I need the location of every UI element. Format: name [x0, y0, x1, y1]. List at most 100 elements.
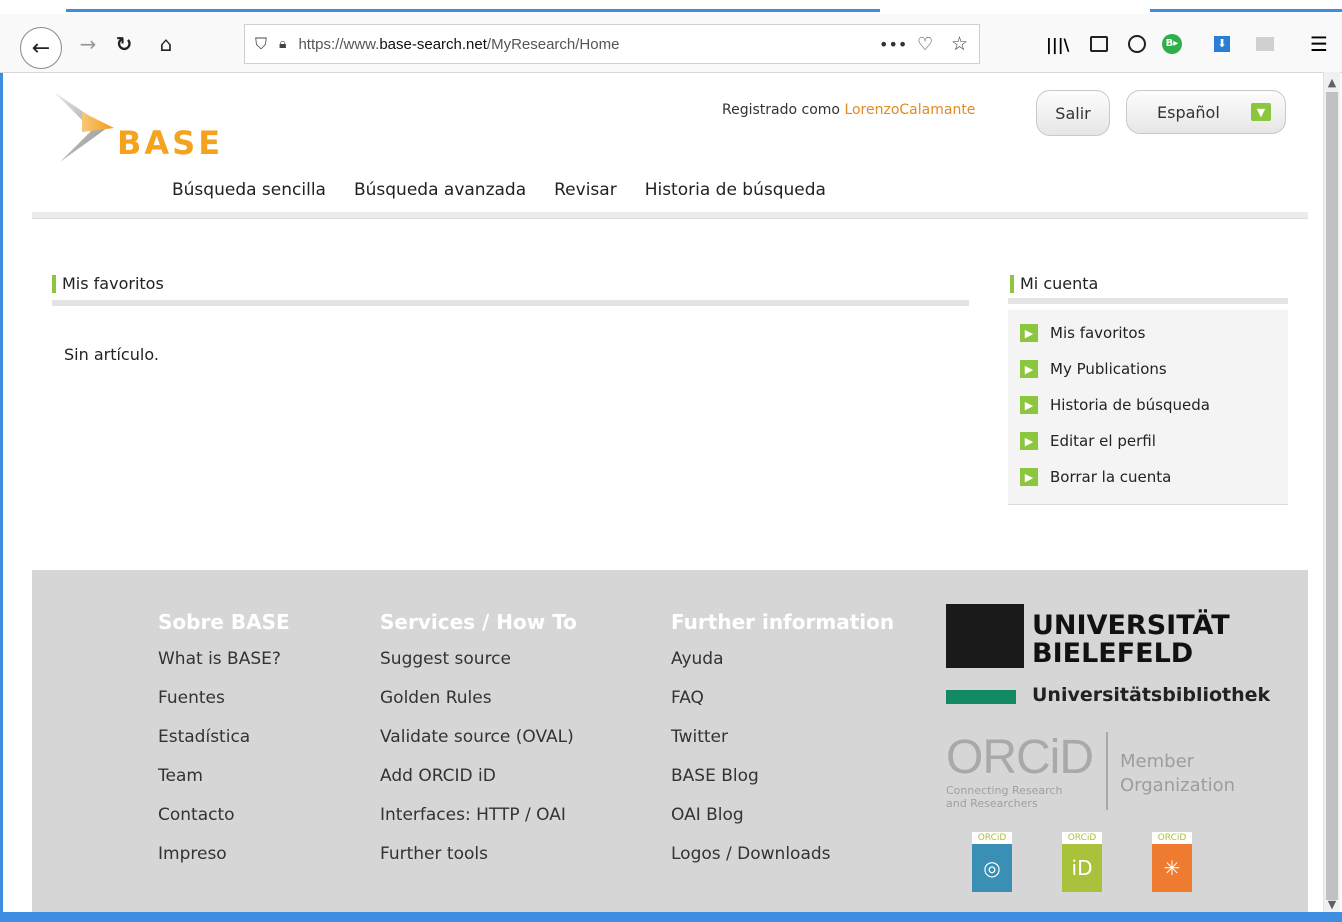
scroll-down-icon[interactable]: ▼	[1324, 896, 1340, 912]
scrollbar-thumb[interactable]	[1326, 92, 1338, 900]
browser-toolbar: ← → ↻ ⌂ ⛉ 🔒︎ https://www.base-search.net…	[0, 14, 1342, 73]
menu-icon[interactable]: ☰	[1310, 24, 1328, 64]
account-title: Mi cuenta	[1020, 274, 1099, 293]
orcid-display-badge[interactable]: ORCiD iD	[1062, 832, 1102, 892]
favorites-empty-text: Sin artículo.	[64, 345, 159, 364]
account-item-favorites[interactable]: ▶ Mis favoritos	[1020, 324, 1145, 342]
download-icon[interactable]: ⬇	[1214, 24, 1230, 64]
url-text[interactable]: https://www.base-search.net/MyResearch/H…	[298, 36, 619, 53]
username-link[interactable]: LorenzoCalamante	[844, 102, 975, 118]
language-label: Español	[1157, 102, 1220, 122]
bielefeld-mark-icon	[946, 604, 1024, 668]
orcid-logo-text: ORCiD	[946, 731, 1094, 784]
orcid-tagline-2: and Researchers	[946, 797, 1038, 810]
account-icon[interactable]	[1128, 24, 1146, 64]
account-item-label: Editar el perfil	[1050, 432, 1156, 450]
pocket-icon[interactable]: ♡	[917, 34, 933, 55]
account-item-history[interactable]: ▶ Historia de búsqueda	[1020, 396, 1210, 414]
language-select[interactable]: Español ▼	[1126, 90, 1286, 134]
library-icon[interactable]: |||\	[1046, 24, 1069, 64]
orcid-tagline: Connecting Research and Researchers	[946, 784, 1062, 810]
fingerprint-icon: ◎	[972, 844, 1012, 892]
forward-button[interactable]: →	[76, 32, 100, 56]
lock-icon[interactable]: 🔒︎	[279, 36, 286, 52]
back-button[interactable]: ←	[20, 27, 62, 69]
footer-heading: Further information	[671, 610, 895, 634]
orcid-member-text: Member Organization	[1120, 750, 1235, 798]
footer-link[interactable]: Twitter	[671, 726, 894, 765]
footer-link[interactable]: Estadística	[158, 726, 290, 765]
logout-label: Salir	[1055, 103, 1091, 123]
base-logo[interactable]: BASE	[52, 92, 252, 172]
orcid-member-2: Organization	[1120, 775, 1236, 796]
orcid-authenticate-badge[interactable]: ORCiD ◎	[972, 832, 1012, 892]
page-actions-icon[interactable]: •••	[879, 35, 907, 54]
favorites-divider	[52, 300, 969, 306]
footer-link[interactable]: Team	[158, 765, 290, 804]
footer-heading: Services / How To	[380, 610, 577, 634]
nav-simple-search[interactable]: Búsqueda sencilla	[172, 180, 326, 200]
footer-link[interactable]: Suggest source	[380, 648, 577, 687]
orcid-member-logo[interactable]: ORCiD Connecting Research and Researchers…	[946, 730, 1246, 820]
logout-button[interactable]: Salir	[1036, 90, 1110, 136]
chevron-down-icon: ▼	[1251, 103, 1271, 121]
account-menu: ▶ Mis favoritos ▶ My Publications ▶ Histori…	[1008, 310, 1288, 505]
nav-advanced-search[interactable]: Búsqueda avanzada	[354, 180, 526, 200]
arrow-right-icon: ▶	[1020, 468, 1038, 486]
url-path: /MyResearch/Home	[486, 35, 620, 53]
account-heading: Mi cuenta	[1010, 274, 1098, 293]
footer-link[interactable]: Add ORCID iD	[380, 765, 577, 804]
nav-browse[interactable]: Revisar	[554, 180, 617, 200]
footer-link[interactable]: Contacto	[158, 804, 290, 843]
badge-label: ORCiD	[1062, 832, 1102, 844]
footer-link[interactable]: OAI Blog	[671, 804, 894, 843]
footer-link[interactable]: Impreso	[158, 843, 290, 882]
logo-text: BASE	[117, 124, 224, 162]
back-arrow-icon: ←	[31, 35, 51, 61]
badge-label: ORCiD	[1152, 832, 1192, 844]
vertical-scrollbar[interactable]: ▲ ▼	[1323, 72, 1340, 914]
account-item-edit-profile[interactable]: ▶ Editar el perfil	[1020, 432, 1156, 450]
footer-link[interactable]: Ayuda	[671, 648, 894, 687]
account-item-publications[interactable]: ▶ My Publications	[1020, 360, 1167, 378]
footer-heading: Sobre BASE	[158, 610, 290, 634]
orcid-connect-badge[interactable]: ORCiD ✳	[1152, 832, 1192, 892]
scroll-up-icon[interactable]: ▲	[1324, 74, 1340, 90]
orcid-member-1: Member	[1120, 751, 1195, 772]
footer-link[interactable]: Interfaces: HTTP / OAI	[380, 804, 577, 843]
footer-link[interactable]: Golden Rules	[380, 687, 577, 726]
university-line1: UNIVERSITÄT	[1032, 610, 1230, 641]
extension-b-icon[interactable]: B▸	[1162, 24, 1182, 64]
university-name: UNIVERSITÄT BIELEFELD	[1032, 612, 1230, 668]
reader-icon[interactable]	[1256, 24, 1274, 64]
logged-in-label: Registrado como	[722, 102, 845, 118]
university-line2: BIELEFELD	[1032, 638, 1194, 669]
library-name: Universitätsbibliothek	[1032, 684, 1271, 706]
footer-link[interactable]: Logos / Downloads	[671, 843, 894, 882]
sidebar-icon[interactable]	[1090, 24, 1108, 64]
badge-label: ORCiD	[972, 832, 1012, 844]
footer-link[interactable]: Fuentes	[158, 687, 290, 726]
network-icon: ✳	[1152, 844, 1192, 892]
account-item-label: My Publications	[1050, 360, 1167, 378]
bookmark-star-icon[interactable]: ☆	[951, 33, 968, 55]
favorites-title: Mis favoritos	[62, 274, 164, 293]
nav-search-history[interactable]: Historia de búsqueda	[645, 180, 826, 200]
account-divider	[1008, 298, 1288, 304]
reload-button[interactable]: ↻	[112, 32, 136, 56]
footer-link[interactable]: Validate source (OVAL)	[380, 726, 577, 765]
footer-link[interactable]: Further tools	[380, 843, 577, 882]
url-domain: base-search.net	[379, 35, 487, 53]
url-bar[interactable]: ⛉ 🔒︎ https://www.base-search.net/MyResea…	[244, 24, 980, 64]
footer-link[interactable]: FAQ	[671, 687, 894, 726]
footer-col-info: Further information Ayuda FAQ Twitter BA…	[671, 610, 894, 882]
orcid-divider	[1106, 732, 1108, 810]
footer-link[interactable]: BASE Blog	[671, 765, 894, 804]
home-icon: ⌂	[159, 32, 173, 56]
orcid-wordmark: ORCiD	[946, 730, 1094, 785]
home-button[interactable]: ⌂	[154, 32, 178, 56]
shield-icon[interactable]: ⛉	[255, 34, 267, 54]
account-item-delete[interactable]: ▶ Borrar la cuenta	[1020, 468, 1171, 486]
footer-col-services: Services / How To Suggest source Golden …	[380, 610, 577, 882]
footer-link[interactable]: What is BASE?	[158, 648, 290, 687]
